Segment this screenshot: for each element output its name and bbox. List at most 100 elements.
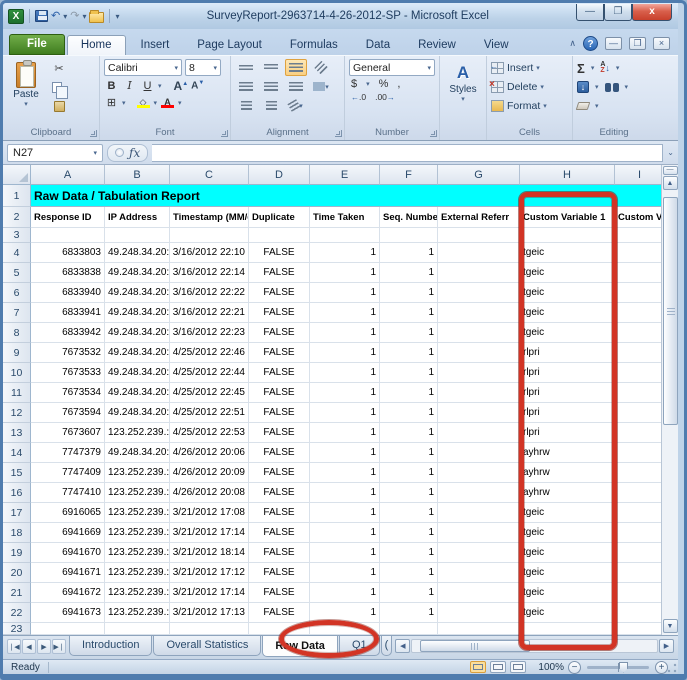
col-header-C[interactable]: C — [170, 165, 249, 185]
ribbon-tab-data[interactable]: Data — [353, 36, 403, 55]
cell-D15[interactable]: FALSE — [249, 463, 310, 483]
cell-I18[interactable] — [615, 523, 665, 543]
cell-G18[interactable] — [438, 523, 520, 543]
row-header-22[interactable]: 22 — [3, 603, 31, 623]
cell-E10[interactable]: 1 — [310, 363, 380, 383]
horizontal-scroll-track[interactable] — [411, 639, 658, 653]
cell-F3[interactable] — [380, 228, 438, 243]
cell-A20[interactable]: 6941671 — [31, 563, 105, 583]
row-header-14[interactable]: 14 — [3, 443, 31, 463]
cell-B17[interactable]: 123.252.239.: — [105, 503, 170, 523]
cell-F20[interactable]: 1 — [380, 563, 438, 583]
cell-B20[interactable]: 123.252.239.: — [105, 563, 170, 583]
cell-F15[interactable]: 1 — [380, 463, 438, 483]
cell-A3[interactable] — [31, 228, 105, 243]
cell-I17[interactable] — [615, 503, 665, 523]
cell-F7[interactable]: 1 — [380, 303, 438, 323]
row-header-18[interactable]: 18 — [3, 523, 31, 543]
row-header-13[interactable]: 13 — [3, 423, 31, 443]
cell-C14[interactable]: 4/26/2012 20:06 — [170, 443, 249, 463]
cell-C19[interactable]: 3/21/2012 18:14 — [170, 543, 249, 563]
cell-F23[interactable] — [380, 623, 438, 635]
ribbon-tab-view[interactable]: View — [471, 36, 522, 55]
cell-F14[interactable]: 1 — [380, 443, 438, 463]
cell-C9[interactable]: 4/25/2012 22:46 — [170, 343, 249, 363]
cell-E2[interactable]: Time Taken — [310, 207, 380, 228]
cell-H4[interactable]: tgeic — [520, 243, 615, 263]
cell-G8[interactable] — [438, 323, 520, 343]
cell-F10[interactable]: 1 — [380, 363, 438, 383]
cell-G9[interactable] — [438, 343, 520, 363]
cell-D2[interactable]: Duplicate — [249, 207, 310, 228]
align-top-button[interactable] — [235, 59, 257, 76]
sheet-tab-introduction[interactable]: Introduction — [69, 636, 152, 656]
styles-button[interactable]: A Styles ▾ — [444, 59, 482, 126]
cell-C11[interactable]: 4/25/2012 22:45 — [170, 383, 249, 403]
font-name-select[interactable]: Calibri▾ — [104, 59, 182, 76]
cell-C23[interactable] — [170, 623, 249, 635]
clipboard-dialog-launcher[interactable] — [90, 130, 97, 137]
cell-E5[interactable]: 1 — [310, 263, 380, 283]
insert-button[interactable]: Insert▾ — [491, 59, 568, 77]
cell-G21[interactable] — [438, 583, 520, 603]
format-button[interactable]: Format▾ — [491, 97, 568, 115]
restore-button[interactable]: ❐ — [604, 4, 632, 21]
cell-G4[interactable] — [438, 243, 520, 263]
cell-B22[interactable]: 123.252.239.: — [105, 603, 170, 623]
bold-button[interactable]: B — [104, 78, 119, 93]
cell-G3[interactable] — [438, 228, 520, 243]
sheet-tab-overall-statistics[interactable]: Overall Statistics — [153, 636, 261, 656]
col-header-D[interactable]: D — [249, 165, 310, 185]
cell-A11[interactable]: 7673534 — [31, 383, 105, 403]
cell-A13[interactable]: 7673607 — [31, 423, 105, 443]
cell-D18[interactable]: FALSE — [249, 523, 310, 543]
cell-H7[interactable]: tgeic — [520, 303, 615, 323]
cell-H23[interactable] — [520, 623, 615, 635]
cell-I8[interactable] — [615, 323, 665, 343]
row-header-11[interactable]: 11 — [3, 383, 31, 403]
vertical-scroll-track[interactable] — [663, 191, 678, 618]
cell-F17[interactable]: 1 — [380, 503, 438, 523]
cell-A16[interactable]: 7747410 — [31, 483, 105, 503]
cell-A7[interactable]: 6833941 — [31, 303, 105, 323]
cell-I13[interactable] — [615, 423, 665, 443]
split-handle-icon[interactable]: — — [663, 166, 678, 175]
cell-D4[interactable]: FALSE — [249, 243, 310, 263]
cell-H14[interactable]: ayhrw — [520, 443, 615, 463]
cell-E21[interactable]: 1 — [310, 583, 380, 603]
cell-G19[interactable] — [438, 543, 520, 563]
zoom-out-button[interactable]: − — [568, 661, 581, 674]
cell-G23[interactable] — [438, 623, 520, 635]
cell-F21[interactable]: 1 — [380, 583, 438, 603]
cell-B7[interactable]: 49.248.34.20: — [105, 303, 170, 323]
decrease-indent-icon[interactable] — [235, 97, 257, 114]
cell-A17[interactable]: 6916065 — [31, 503, 105, 523]
sort-filter-icon[interactable]: AZ↓ — [600, 62, 610, 74]
cell-I15[interactable] — [615, 463, 665, 483]
currency-icon[interactable]: $ — [351, 78, 357, 90]
undo-icon[interactable]: ↶ — [51, 9, 60, 23]
cell-H15[interactable]: ayhrw — [520, 463, 615, 483]
cell-D6[interactable]: FALSE — [249, 283, 310, 303]
currency-dropdown-icon[interactable]: ▾ — [366, 80, 370, 88]
help-icon[interactable]: ? — [583, 36, 598, 51]
cell-D5[interactable]: FALSE — [249, 263, 310, 283]
cell-I19[interactable] — [615, 543, 665, 563]
cell-D14[interactable]: FALSE — [249, 443, 310, 463]
cell-C7[interactable]: 3/16/2012 22:21 — [170, 303, 249, 323]
paste-button[interactable]: Paste ▾ — [7, 59, 45, 126]
horizontal-scroll-thumb[interactable] — [420, 640, 530, 652]
wrap-text-icon[interactable]: ▾ — [285, 97, 307, 114]
cell-C22[interactable]: 3/21/2012 17:13 — [170, 603, 249, 623]
number-dialog-launcher[interactable] — [430, 130, 437, 137]
row-header-5[interactable]: 5 — [3, 263, 31, 283]
scroll-up-icon[interactable]: ▲ — [663, 176, 678, 190]
col-header-F[interactable]: F — [380, 165, 438, 185]
zoom-slider-thumb[interactable] — [619, 662, 628, 673]
cell-I4[interactable] — [615, 243, 665, 263]
col-header-H[interactable]: H — [520, 165, 615, 185]
cell-A1[interactable]: Raw Data / Tabulation Report — [31, 185, 665, 207]
resize-grip[interactable] — [667, 663, 677, 673]
cell-C13[interactable]: 4/25/2012 22:53 — [170, 423, 249, 443]
increase-indent-icon[interactable] — [260, 97, 282, 114]
